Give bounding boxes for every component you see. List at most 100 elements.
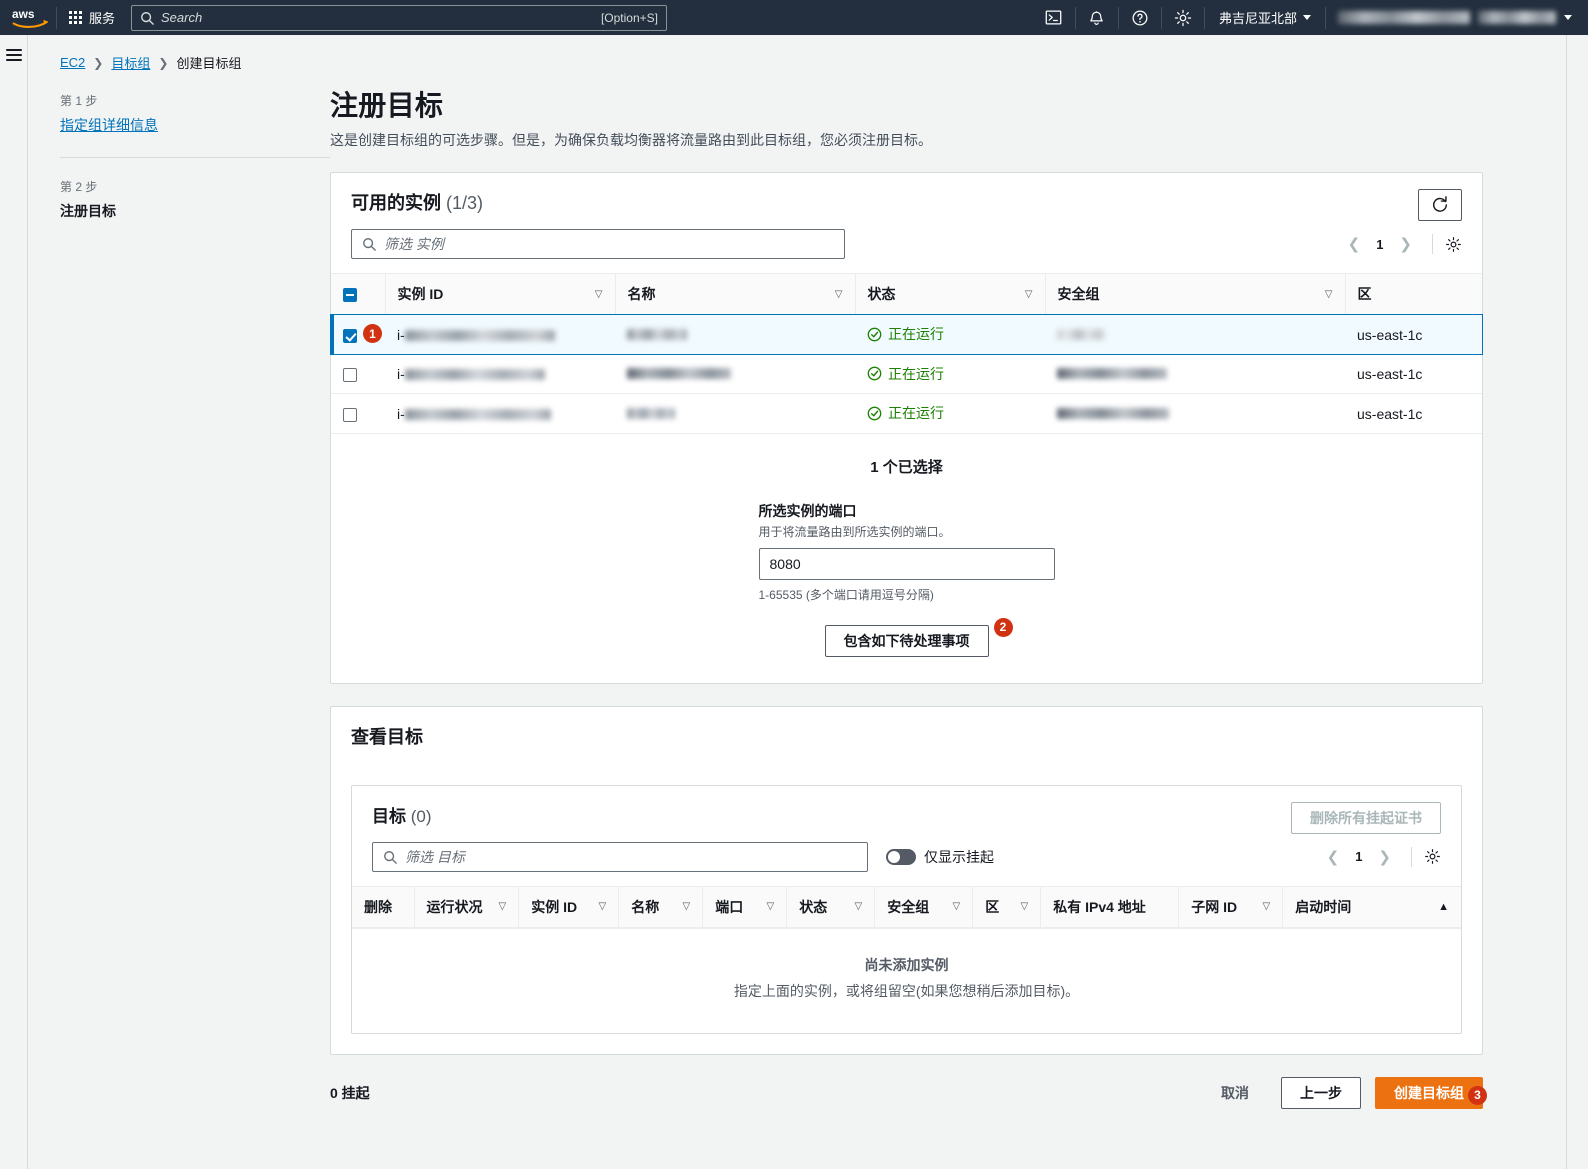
instance-name-redacted bbox=[627, 368, 731, 380]
column-health[interactable]: 运行状况 ▽ bbox=[413, 885, 519, 928]
pagination-next-button[interactable]: ❯ bbox=[1370, 846, 1399, 868]
page-title: 注册目标 bbox=[330, 90, 444, 121]
step-1-label[interactable]: 指定组详细信息 bbox=[60, 115, 330, 135]
create-button-wrapper: 创建目标组 3 bbox=[1375, 1076, 1487, 1109]
delete-all-pending-certificates-button[interactable]: 删除所有挂起证书 bbox=[1291, 801, 1441, 834]
wizard-footer: 0 挂起 取消 上一步 创建目标组 3 bbox=[330, 1076, 1487, 1109]
filter-arrow-icon: ▽ bbox=[1262, 901, 1271, 913]
column-security-group[interactable]: 安全组 ▽ bbox=[1044, 273, 1345, 316]
table-row[interactable]: i- 正在运行 us-east-1c bbox=[331, 393, 1482, 434]
row-checkbox[interactable] bbox=[343, 368, 357, 383]
cell-security-group bbox=[1045, 314, 1345, 355]
column-instance-id[interactable]: 实例 ID ▽ bbox=[384, 273, 615, 316]
bell-icon[interactable] bbox=[1078, 0, 1116, 35]
selection-pane: 1 个已选择 所选实例的端口 用于将流量路由到所选实例的端口。 1-65535 … bbox=[331, 434, 1482, 683]
toolbar-divider bbox=[1432, 234, 1433, 255]
status-badge: 正在运行 bbox=[867, 324, 944, 344]
column-zone[interactable]: 区 ▽ bbox=[972, 885, 1041, 928]
pagination-prev-button[interactable]: ❮ bbox=[1319, 846, 1348, 868]
services-label: 服务 bbox=[89, 11, 116, 26]
help-icon[interactable] bbox=[1121, 0, 1159, 35]
aws-logo[interactable]: aws bbox=[0, 6, 54, 30]
targets-title: 目标 (0) bbox=[372, 802, 432, 827]
column-delete: 删除 bbox=[352, 885, 414, 928]
available-instances-table: 实例 ID ▽ 名称 ▽ 状态 ▽ 安全组 ▽ 区 1 i- 正在运行 us-e… bbox=[330, 273, 1483, 434]
cloudshell-icon[interactable] bbox=[1035, 0, 1073, 35]
row-select-cell[interactable] bbox=[331, 393, 385, 434]
cell-zone: us-east-1c bbox=[1345, 314, 1482, 355]
gear-icon bbox=[1425, 849, 1440, 865]
row-select-cell[interactable] bbox=[331, 354, 385, 395]
page-description: 这是创建目标组的可选步骤。但是，为确保负载均衡器将流量路由到此目标组，您必须注册… bbox=[330, 132, 932, 148]
row-checkbox[interactable] bbox=[343, 328, 357, 343]
annotation-badge-1: 1 bbox=[363, 324, 382, 344]
targets-filter-input[interactable]: 筛选 目标 bbox=[372, 841, 868, 872]
targets-preferences-button[interactable] bbox=[1424, 848, 1441, 865]
column-name[interactable]: 名称 ▽ bbox=[614, 273, 855, 316]
refresh-button[interactable] bbox=[1418, 189, 1462, 222]
pagination-prev-button[interactable]: ❮ bbox=[1340, 233, 1369, 255]
step-divider bbox=[60, 157, 330, 158]
instance-id-prefix: i- bbox=[397, 326, 405, 343]
pagination-page-number[interactable]: 1 bbox=[1372, 237, 1387, 252]
column-status-label: 状态 bbox=[867, 286, 896, 303]
instances-filter-input[interactable]: 筛选 实例 bbox=[351, 229, 845, 260]
select-all-header bbox=[331, 273, 385, 316]
search-input[interactable]: Search [Option+S] bbox=[131, 4, 668, 31]
port-field-constraint: 1-65535 (多个端口请用逗号分隔) bbox=[758, 587, 934, 602]
include-pending-wrapper: 包含如下待处理事项 2 bbox=[824, 617, 1013, 657]
column-launch-time[interactable]: 启动时间 ▲ bbox=[1282, 885, 1461, 928]
column-port[interactable]: 端口 ▽ bbox=[702, 885, 787, 928]
show-pending-only-toggle[interactable]: 仅显示挂起 bbox=[886, 847, 994, 867]
column-status[interactable]: 状态 ▽ bbox=[854, 273, 1045, 316]
include-as-pending-button[interactable]: 包含如下待处理事项 bbox=[824, 624, 989, 657]
account-menu[interactable] bbox=[1328, 11, 1582, 24]
table-row[interactable]: i- 正在运行 us-east-1c bbox=[331, 354, 1482, 395]
targets-count: (0) bbox=[410, 806, 432, 826]
previous-button[interactable]: 上一步 bbox=[1281, 1076, 1361, 1109]
filter-arrow-icon: ▽ bbox=[952, 901, 961, 913]
column-instance-id[interactable]: 实例 ID ▽ bbox=[518, 885, 619, 928]
table-header-row: 实例 ID ▽ 名称 ▽ 状态 ▽ 安全组 ▽ 区 bbox=[331, 273, 1482, 316]
cancel-button[interactable]: 取消 bbox=[1203, 1078, 1267, 1108]
cell-name bbox=[615, 314, 855, 355]
instance-name-redacted bbox=[627, 407, 675, 419]
column-name[interactable]: 名称 ▽ bbox=[618, 885, 703, 928]
column-zone[interactable]: 区 bbox=[1344, 273, 1482, 316]
instance-id-prefix: i- bbox=[397, 366, 405, 383]
status-text: 正在运行 bbox=[888, 405, 944, 422]
view-targets-title: 查看目标 bbox=[351, 726, 423, 747]
instance-id-prefix: i- bbox=[397, 405, 405, 422]
nav-divider bbox=[56, 6, 57, 29]
column-subnet-id[interactable]: 子网 ID ▽ bbox=[1178, 885, 1283, 928]
pagination-next-button[interactable]: ❯ bbox=[1391, 233, 1420, 255]
column-launch-time-label: 启动时间 bbox=[1295, 898, 1352, 915]
left-rail bbox=[0, 35, 28, 1169]
column-private-ipv4-label: 私有 IPv4 地址 bbox=[1053, 898, 1146, 915]
breadcrumb-separator-icon: ❯ bbox=[158, 55, 169, 70]
toggle-switch[interactable] bbox=[886, 848, 916, 865]
column-private-ipv4[interactable]: 私有 IPv4 地址 bbox=[1040, 885, 1179, 928]
search-placeholder: Search bbox=[161, 10, 203, 25]
menu-toggle-icon[interactable] bbox=[5, 49, 22, 1169]
breadcrumb-item-target-groups[interactable]: 目标组 bbox=[111, 53, 150, 72]
pending-count-text: 0 挂起 bbox=[330, 1084, 370, 1101]
row-checkbox[interactable] bbox=[343, 407, 357, 422]
region-label: 弗吉尼亚北部 bbox=[1218, 11, 1297, 26]
column-security-group[interactable]: 安全组 ▽ bbox=[874, 885, 973, 928]
column-status[interactable]: 状态 ▽ bbox=[786, 885, 875, 928]
table-row[interactable]: 1 i- 正在运行 us-east-1c bbox=[330, 313, 1483, 356]
region-selector[interactable]: 弗吉尼亚北部 bbox=[1207, 8, 1323, 27]
cell-name bbox=[615, 393, 855, 434]
create-target-group-button[interactable]: 创建目标组 bbox=[1375, 1076, 1483, 1109]
step-2-label: 注册目标 bbox=[60, 203, 116, 219]
targets-filter-placeholder: 筛选 目标 bbox=[405, 848, 465, 865]
settings-icon[interactable] bbox=[1164, 0, 1202, 35]
breadcrumb-item-ec2[interactable]: EC2 bbox=[60, 55, 85, 70]
row-select-cell[interactable]: 1 bbox=[331, 314, 385, 355]
port-input[interactable] bbox=[758, 547, 1055, 580]
pagination-page-number[interactable]: 1 bbox=[1351, 849, 1366, 864]
select-all-checkbox[interactable] bbox=[343, 288, 357, 303]
instances-preferences-button[interactable] bbox=[1445, 236, 1462, 253]
services-menu-button[interactable]: 服务 bbox=[59, 0, 125, 35]
